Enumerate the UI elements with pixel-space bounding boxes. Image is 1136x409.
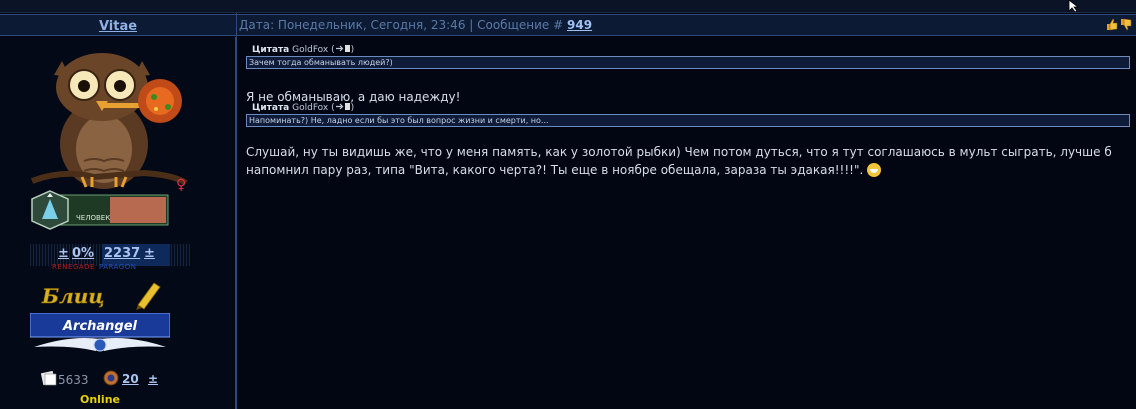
reply-text-line2: напомнил пару раз, типа "Вита, какого че… — [246, 161, 1130, 179]
author-header: Vitae — [0, 14, 236, 36]
blitz-award-icon: Блиц — [41, 282, 161, 310]
grin-smiley-icon — [867, 163, 882, 177]
paragon-plus-link[interactable]: ± — [144, 246, 155, 261]
thumb-down-icon[interactable] — [1120, 18, 1132, 31]
quote-box: Напоминать?) Не, ладно если бы это был в… — [246, 114, 1130, 127]
rank-badge: ЧЕЛОВЕК — [31, 190, 169, 230]
rank-label: ЧЕЛОВЕК — [76, 214, 110, 222]
gender-female-icon: ♀ — [176, 177, 187, 193]
medal-plus-link[interactable]: ± — [148, 372, 158, 386]
quote-box: Зачем тогда обманывать людей?) — [246, 56, 1130, 69]
paragon-value: 2237 — [104, 246, 141, 261]
user-sidebar: ♀ ЧЕЛОВЕК ± 0% 2237 ± RENEGADE PARAGON Бл… — [0, 37, 236, 409]
column-divider — [236, 13, 237, 409]
reputation-labels: RENEGADE PARAGON — [52, 263, 136, 271]
post-count: 5633 — [58, 373, 89, 387]
user-stats: 5633 20 ± — [40, 369, 200, 389]
quote-label: Цитата — [252, 45, 290, 55]
banner-text: Archangel — [62, 319, 138, 334]
author-name-link[interactable]: Vitae — [99, 19, 137, 34]
posts-icon — [40, 370, 57, 386]
quote-header: Цитата GoldFox () — [252, 44, 355, 55]
goto-quote-icon[interactable] — [335, 102, 351, 111]
quote-author: GoldFox ( — [292, 45, 335, 55]
quote-author: GoldFox ( — [292, 103, 335, 113]
medal-count-link[interactable]: 20 — [122, 372, 139, 386]
message-number-link[interactable]: 949 — [567, 18, 592, 32]
online-status: Online — [79, 393, 120, 406]
reply-text: Слушай, ну ты видишь же, что у меня памя… — [246, 145, 1112, 159]
renegade-label: RENEGADE — [52, 263, 95, 271]
renegade-value: 0% — [72, 246, 95, 261]
post-header: Дата: Понедельник, Сегодня, 23:46 | Сооб… — [237, 14, 1136, 36]
renegade-plus-link[interactable]: ± — [58, 246, 69, 261]
archangel-banner: Archangel — [30, 313, 170, 352]
post-date: Дата: Понедельник, Сегодня, 23:46 | Сооб… — [239, 18, 564, 32]
paragon-label: PARAGON — [98, 263, 137, 271]
post-content: Цитата GoldFox () Зачем тогда обманывать… — [246, 44, 1130, 179]
quote-label: Цитата — [252, 103, 290, 113]
award-text: Блиц — [41, 284, 104, 308]
medal-icon — [103, 370, 119, 386]
top-strip — [0, 0, 1136, 13]
rating-icons — [1106, 18, 1132, 31]
mouse-cursor-icon — [1068, 0, 1080, 12]
goto-quote-icon[interactable] — [335, 44, 351, 53]
owl-avatar — [30, 53, 188, 189]
thumb-up-icon[interactable] — [1106, 18, 1118, 31]
